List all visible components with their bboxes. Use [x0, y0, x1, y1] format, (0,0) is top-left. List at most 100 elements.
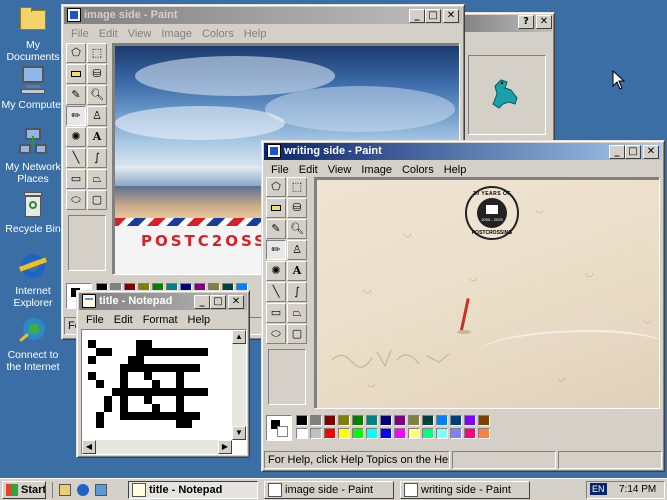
palette-swatch[interactable] [352, 428, 364, 439]
text-tool-icon[interactable]: A [87, 127, 107, 147]
menu-help[interactable]: Help [439, 164, 472, 176]
close-button[interactable]: ✕ [643, 145, 659, 159]
palette-swatch[interactable] [394, 428, 406, 439]
line-tool-icon[interactable]: ╲ [66, 148, 86, 168]
internet-explorer-icon[interactable] [77, 484, 89, 496]
palette-swatch[interactable] [464, 428, 476, 439]
vertical-scrollbar[interactable]: ▲ ▼ [232, 330, 246, 440]
airbrush-tool-icon[interactable]: ✺ [66, 127, 86, 147]
palette-swatch[interactable] [422, 428, 434, 439]
eraser-tool-icon[interactable] [66, 64, 86, 84]
palette-swatch[interactable] [436, 415, 448, 426]
outlook-express-icon[interactable] [95, 484, 107, 496]
scroll-up-arrow[interactable]: ▲ [232, 330, 246, 344]
desktop-icon-internet-explorer[interactable]: Internet Explorer [0, 250, 66, 309]
notepad-window[interactable]: title - Notepad _ □ ✕ File Edit Format Help… [76, 290, 250, 458]
ellipse-tool-icon[interactable]: ⬭ [266, 324, 286, 344]
horizontal-scrollbar[interactable]: ◀ ▶ [82, 440, 232, 454]
taskbar-item-paint-image[interactable]: image side - Paint [264, 481, 394, 499]
menu-edit[interactable]: Edit [294, 164, 323, 176]
curve-tool-icon[interactable]: ∫ [87, 148, 107, 168]
palette-swatch[interactable] [450, 428, 462, 439]
current-colors-box[interactable] [266, 415, 292, 441]
menu-format[interactable]: Format [138, 314, 183, 326]
brush-tool-icon[interactable]: ♙ [287, 240, 307, 260]
palette-swatch[interactable] [324, 415, 336, 426]
language-indicator[interactable]: EN [590, 483, 607, 495]
desktop-icon-my-computer[interactable]: My Computer [0, 64, 66, 111]
menu-file[interactable]: File [66, 28, 94, 40]
scroll-left-arrow[interactable]: ◀ [82, 440, 96, 454]
magnifier-tool-icon[interactable]: 🔍︎ [87, 85, 107, 105]
rect-select-tool-icon[interactable]: ⬚ [287, 177, 307, 197]
paint-image-titlebar[interactable]: image side - Paint [64, 7, 462, 24]
palette-swatch[interactable] [436, 428, 448, 439]
color-picker-tool-icon[interactable]: ✎ [66, 85, 86, 105]
polygon-tool-icon[interactable]: ⏢ [287, 303, 307, 323]
polygon-tool-icon[interactable]: ⏢ [87, 169, 107, 189]
menu-file[interactable]: File [266, 164, 294, 176]
menu-help[interactable]: Help [183, 314, 216, 326]
palette-swatch[interactable] [366, 428, 378, 439]
clock[interactable]: 7:14 PM [619, 484, 656, 495]
rectangle-tool-icon[interactable]: ▭ [66, 169, 86, 189]
menu-help[interactable]: Help [239, 28, 272, 40]
menu-view[interactable]: View [323, 164, 357, 176]
start-button[interactable]: Start [2, 481, 46, 499]
tool-options-box[interactable] [68, 215, 106, 271]
menu-colors[interactable]: Colors [197, 28, 239, 40]
palette-swatch[interactable] [310, 428, 322, 439]
palette-swatch[interactable] [394, 415, 406, 426]
taskbar-item-paint-writing[interactable]: writing side - Paint [400, 481, 530, 499]
palette-swatch[interactable] [408, 415, 420, 426]
palette-swatch[interactable] [408, 428, 420, 439]
line-tool-icon[interactable]: ╲ [266, 282, 286, 302]
help-button[interactable]: ? [518, 15, 534, 29]
palette-swatch[interactable] [338, 428, 350, 439]
menu-image[interactable]: Image [356, 164, 397, 176]
paint-writing-titlebar[interactable]: writing side - Paint [264, 143, 662, 160]
scroll-right-arrow[interactable]: ▶ [218, 440, 232, 454]
menu-view[interactable]: View [123, 28, 157, 40]
show-desktop-icon[interactable] [59, 484, 71, 496]
menu-edit[interactable]: Edit [109, 314, 138, 326]
fill-tool-icon[interactable]: ⛁ [87, 64, 107, 84]
palette-swatch[interactable] [478, 428, 490, 439]
menu-colors[interactable]: Colors [397, 164, 439, 176]
close-button[interactable]: ✕ [228, 295, 244, 309]
pencil-tool-icon[interactable]: ✏ [266, 240, 286, 260]
palette-swatch[interactable] [464, 415, 476, 426]
maximize-button[interactable]: □ [425, 9, 441, 23]
free-select-tool-icon[interactable]: ⬠ [66, 43, 86, 63]
ellipse-tool-icon[interactable]: ⬭ [66, 190, 86, 210]
scroll-down-arrow[interactable]: ▼ [232, 426, 246, 440]
background-dialog[interactable]: ? ✕ [455, 12, 555, 152]
palette-swatch[interactable] [296, 428, 308, 439]
palette-swatch[interactable] [366, 415, 378, 426]
rect-select-tool-icon[interactable]: ⬚ [87, 43, 107, 63]
palette-swatch[interactable] [380, 428, 392, 439]
palette-swatch[interactable] [380, 415, 392, 426]
eraser-tool-icon[interactable] [266, 198, 286, 218]
palette-swatch[interactable] [478, 415, 490, 426]
taskbar-item-notepad[interactable]: title - Notepad [128, 481, 258, 499]
palette-swatch[interactable] [310, 415, 322, 426]
menu-image[interactable]: Image [156, 28, 197, 40]
minimize-button[interactable]: _ [194, 295, 210, 309]
fill-tool-icon[interactable]: ⛁ [287, 198, 307, 218]
palette-swatch[interactable] [338, 415, 350, 426]
desktop-icon-connect-to-internet[interactable]: Connect to the Internet [0, 314, 66, 373]
menu-file[interactable]: File [81, 314, 109, 326]
desktop-icon-my-documents[interactable]: My Documents [0, 4, 66, 63]
maximize-button[interactable]: □ [625, 145, 641, 159]
paint-window-writing-side[interactable]: writing side - Paint _ □ ✕ File Edit View I… [261, 140, 665, 472]
magnifier-tool-icon[interactable]: 🔍︎ [287, 219, 307, 239]
desktop-icon-recycle-bin[interactable]: Recycle Bin [0, 188, 66, 235]
menu-edit[interactable]: Edit [94, 28, 123, 40]
text-tool-icon[interactable]: A [287, 261, 307, 281]
minimize-button[interactable]: _ [409, 9, 425, 23]
palette-swatch[interactable] [352, 415, 364, 426]
close-button[interactable]: ✕ [443, 9, 459, 23]
curve-tool-icon[interactable]: ∫ [287, 282, 307, 302]
minimize-button[interactable]: _ [609, 145, 625, 159]
